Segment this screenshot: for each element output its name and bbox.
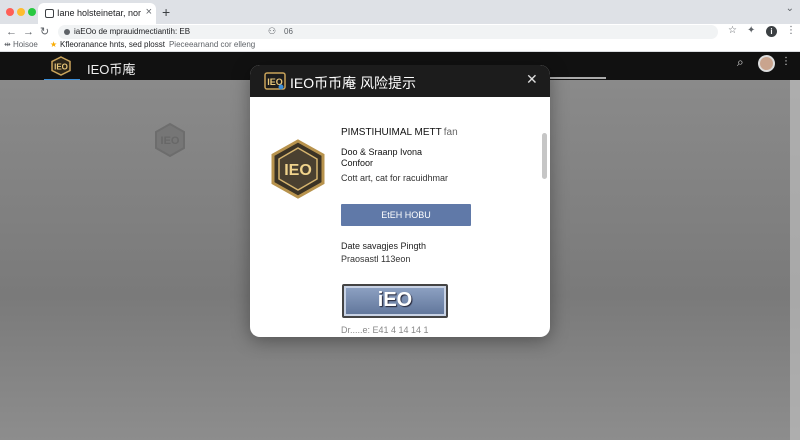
modal-scrollbar[interactable]	[542, 133, 547, 179]
tab-strip: Iane holsteinetar, nore.on × + ⌄	[0, 0, 800, 24]
modal-description: Cott art, cat for racuidhmar	[341, 173, 449, 183]
modal-info-value: Praosastl 113eon	[341, 254, 411, 264]
modal-heading-text: PIMSTIHUIMAL METT	[341, 127, 442, 138]
background-logo-icon: IEO	[155, 122, 185, 158]
browser-toolbar: ← → ↻ iaEOo de mprauidmectiantih: EB ⚇ 0…	[0, 24, 800, 40]
address-url: iaEOo de mprauidmectiantih: EB	[74, 27, 191, 36]
profile-icon[interactable]: i	[766, 26, 777, 37]
extensions-icon[interactable]: ✦	[747, 25, 755, 36]
user-avatar[interactable]	[758, 55, 775, 72]
modal-subheading: Doo & Sraanp Ivona	[341, 147, 423, 157]
ieo-coin-icon: IEO	[271, 139, 325, 199]
tab-search-chevron-icon[interactable]: ⌄	[786, 3, 794, 14]
close-window-button[interactable]	[6, 8, 14, 16]
modal-subheading-2: Confoor	[341, 158, 374, 168]
background-logo-text: IEO	[161, 135, 180, 147]
menu-icon[interactable]: ⋮	[786, 25, 796, 36]
modal-header: IEO IEO币币庵 风险提示 ✕	[250, 65, 550, 97]
modal-heading-tag: fan	[443, 127, 458, 138]
site-info-icon[interactable]	[64, 29, 70, 35]
site-logo-icon[interactable]: IEO	[50, 56, 72, 76]
bookmark-item[interactable]: Kfleoranance hnts, sed plosst Pieceearnan…	[60, 40, 255, 49]
back-button[interactable]: ←	[6, 25, 17, 39]
bookmarks-bar: ⇹ Hoisoe ★ Kfleoranance hnts, sed plosst…	[0, 40, 800, 52]
forward-button[interactable]: →	[23, 25, 34, 39]
tab-close-icon[interactable]: ×	[146, 6, 152, 18]
modal-footnote: Dr.....e: E41 4 14 14 1	[341, 325, 429, 335]
bookmark-item-secondary: Pieceearnand cor elleng	[168, 40, 256, 49]
search-icon[interactable]: ⌕	[737, 55, 744, 70]
badge-text: iEO	[377, 289, 413, 311]
bookmark-apps-label: Hoisoe	[12, 40, 38, 49]
site-name[interactable]: IEO币庵	[87, 59, 135, 78]
minimize-window-button[interactable]	[17, 8, 25, 16]
new-tab-button[interactable]: +	[162, 4, 170, 20]
risk-warning-modal: IEO IEO币币庵 风险提示 ✕ IEO PIMSTIHUIMAL METT f…	[250, 65, 550, 337]
tab-title: Iane holsteinetar, nore.on	[57, 8, 141, 18]
reload-button[interactable]: ↻	[40, 25, 49, 39]
browser-window: Iane holsteinetar, nore.on × + ⌄ ← → ↻ i…	[0, 0, 800, 440]
address-count: 06	[284, 27, 293, 36]
coin-text: IEO	[284, 162, 312, 179]
browser-tab[interactable]: Iane holsteinetar, nore.on ×	[38, 3, 156, 24]
more-icon[interactable]: ⋮	[781, 56, 791, 67]
modal-title: IEO币币庵 风险提示	[290, 75, 417, 91]
modal-heading: PIMSTIHUIMAL METT fan	[341, 127, 458, 138]
ieo-badge-button[interactable]: iEO	[342, 284, 448, 318]
maximize-window-button[interactable]	[28, 8, 36, 16]
site-logo-text: IEO	[54, 63, 68, 72]
bookmark-item-label: Kfleoranance hnts, sed plosst	[60, 40, 165, 49]
person-icon: ⚇	[268, 26, 277, 36]
modal-logo-icon: IEO	[264, 72, 286, 90]
bookmark-star-icon-small: ★	[50, 40, 58, 49]
bookmark-star-icon[interactable]: ☆	[728, 25, 737, 36]
modal-body: IEO PIMSTIHUIMAL METT fan Doo & Sraanp Iv…	[250, 97, 550, 337]
bookmark-apps[interactable]: ⇹ Hoisoe	[4, 40, 38, 49]
page-scrollbar[interactable]	[790, 80, 800, 440]
address-bar[interactable]: iaEOo de mprauidmectiantih: EB ⚇ 06	[58, 25, 718, 39]
tab-favicon-icon	[45, 9, 54, 18]
modal-action-button[interactable]: EtEH HOBU	[341, 204, 471, 226]
modal-info-label: Date savagjes Pingth	[341, 241, 427, 251]
modal-close-icon[interactable]: ✕	[526, 71, 538, 88]
